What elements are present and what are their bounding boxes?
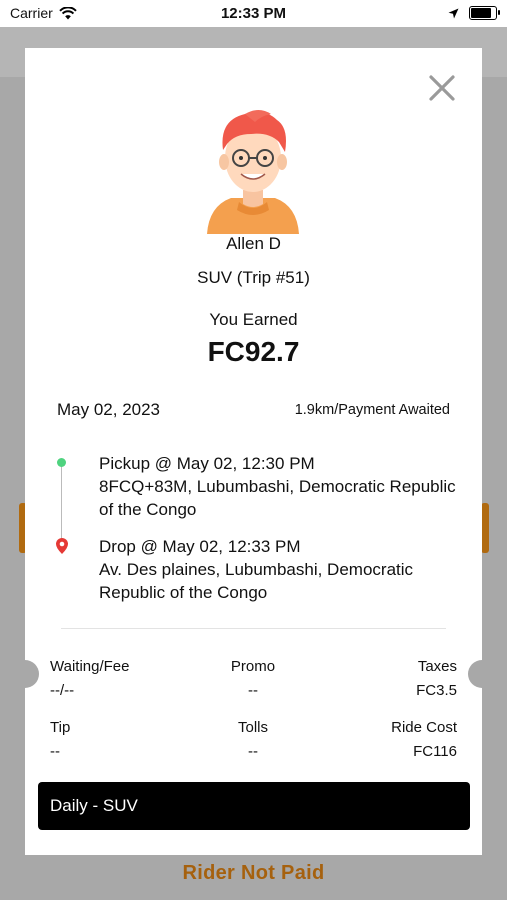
pickup-title: Pickup @ May 02, 12:30 PM <box>99 454 315 473</box>
trip-date: May 02, 2023 <box>57 400 161 419</box>
ticket-notch-right <box>468 660 496 688</box>
status-time: 12:33 PM <box>220 5 287 22</box>
drop-stop: Drop @ May 02, 12:33 PM Av. Des plaines,… <box>99 535 459 604</box>
drop-address: Av. Des plaines, Lubumbashi, Democratic … <box>99 560 414 602</box>
location-arrow-icon <box>448 8 459 18</box>
earned-label: You Earned <box>209 310 298 329</box>
status-right <box>448 6 500 20</box>
waiting-fee-value: --/-- <box>50 682 75 699</box>
taxes-value: FC3.5 <box>416 682 457 699</box>
waiting-fee-label: Waiting/Fee <box>50 658 130 675</box>
trip-distance-status: 1.9km/Payment Awaited <box>294 402 450 418</box>
plan-banner: Daily - SUV <box>38 782 470 830</box>
tolls-label: Tolls <box>237 719 268 736</box>
pickup-dot-icon <box>57 458 66 467</box>
route-line <box>61 464 62 546</box>
taxes-label: Taxes <box>417 658 457 675</box>
background-accent-right <box>481 503 489 553</box>
pickup-stop: Pickup @ May 02, 12:30 PM 8FCQ+83M, Lubu… <box>99 452 459 521</box>
status-bar: Carrier 12:33 PM <box>0 0 507 27</box>
vehicle-trip-label: SUV (Trip #51) <box>197 268 310 287</box>
ride-cost-label: Ride Cost <box>391 719 457 736</box>
driver-avatar <box>207 110 299 234</box>
close-icon[interactable] <box>428 74 456 102</box>
trip-summary-card: Allen D SUV (Trip #51) You Earned FC92.7… <box>11 48 496 855</box>
promo-value: -- <box>248 682 258 699</box>
pickup-address: 8FCQ+83M, Lubumbashi, Democratic Republi… <box>99 477 456 519</box>
tip-label: Tip <box>50 719 71 736</box>
battery-icon <box>469 6 500 20</box>
earned-amount: FC92.7 <box>207 336 300 367</box>
divider <box>61 628 446 629</box>
ride-cost-value: FC116 <box>413 743 457 760</box>
promo-label: Promo <box>230 658 276 675</box>
ticket-notch-left <box>11 660 39 688</box>
drop-title: Drop @ May 02, 12:33 PM <box>99 537 301 556</box>
rider-payment-status[interactable]: Rider Not Paid <box>0 862 507 885</box>
drop-pin-icon <box>56 538 68 554</box>
driver-name: Allen D <box>226 234 281 253</box>
tolls-value: -- <box>248 743 258 760</box>
tip-value: -- <box>50 743 60 760</box>
